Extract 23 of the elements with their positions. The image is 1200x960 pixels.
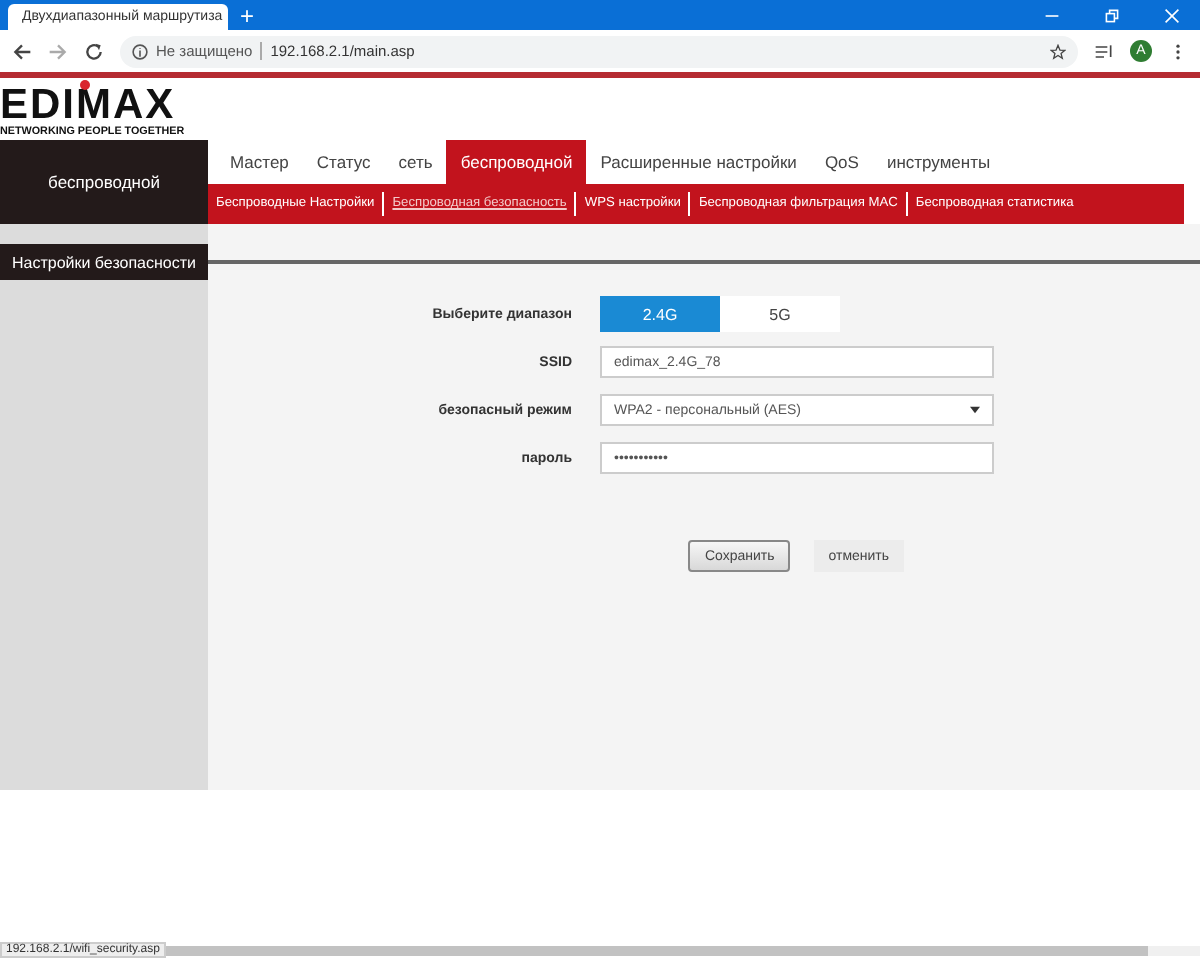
nav-tab[interactable]: QoS [810,140,873,184]
nav-tab[interactable]: Расширенные настройки [586,140,811,184]
back-icon[interactable] [12,41,32,61]
section-title: беспроводной [0,140,208,224]
nav-tab[interactable]: Статус [302,140,385,184]
nav-tab[interactable]: сеть [384,140,447,184]
sidebar-item[interactable]: Настройки безопасности [0,244,208,280]
reload-icon[interactable] [84,41,104,61]
logo-text: EDIMAX [0,86,176,126]
band-option[interactable]: 2.4G [600,296,720,332]
info-icon [132,43,148,59]
close-icon[interactable] [1164,7,1180,23]
band-option[interactable]: 5G [720,296,840,332]
star-icon[interactable] [1050,43,1066,59]
restore-icon[interactable] [1104,7,1120,23]
caret-icon [970,406,980,414]
nav-tab[interactable]: Мастер [216,140,303,184]
scrollbar[interactable] [165,945,1200,955]
nav-tab[interactable]: инструменты [872,140,1005,184]
new-tab-button[interactable]: + [240,4,255,30]
playlist-icon[interactable] [1094,41,1114,61]
logo-dot [80,80,90,90]
nav-tab[interactable]: беспроводной [446,140,587,184]
